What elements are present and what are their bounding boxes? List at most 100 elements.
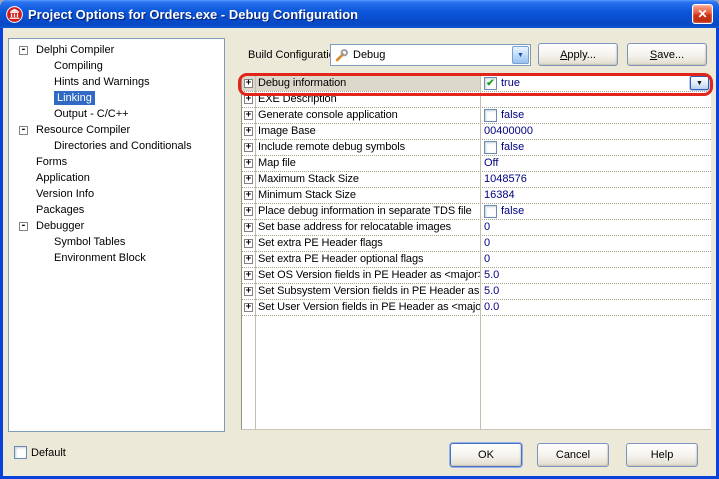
expand-icon[interactable]: + bbox=[244, 111, 253, 120]
save-button[interactable]: Save... bbox=[627, 43, 707, 66]
tree-item-output-c-cpp[interactable]: Output - C/C++ bbox=[9, 106, 224, 122]
tree-item-label: Symbol Tables bbox=[54, 236, 125, 248]
wrench-icon bbox=[334, 48, 349, 63]
tree-item-directories-and-conditionals[interactable]: Directories and Conditionals bbox=[9, 138, 224, 154]
tree-item-label: Directories and Conditionals bbox=[54, 140, 192, 152]
ok-button[interactable]: OK bbox=[450, 443, 522, 467]
value-dropdown-button[interactable]: ▼ bbox=[690, 76, 709, 90]
tree-item-environment-block[interactable]: Environment Block bbox=[9, 250, 224, 266]
help-button[interactable]: Help bbox=[626, 443, 698, 467]
expand-icon[interactable]: + bbox=[244, 207, 253, 216]
apply-button[interactable]: Apply... bbox=[538, 43, 618, 66]
tree-item-label: Linking bbox=[54, 91, 95, 105]
expand-icon[interactable]: + bbox=[244, 239, 253, 248]
grid-column-divider[interactable] bbox=[480, 76, 481, 429]
tree-item-hints-and-warnings[interactable]: Hints and Warnings bbox=[9, 74, 224, 90]
property-value[interactable]: 16384 bbox=[480, 188, 711, 203]
tree-item-label: Forms bbox=[36, 156, 67, 168]
cancel-button[interactable]: Cancel bbox=[537, 443, 609, 467]
property-row-os-version-fields[interactable]: + Set OS Version fields in PE Header as … bbox=[242, 268, 711, 284]
property-row-subsystem-version-fields[interactable]: + Set Subsystem Version fields in PE Hea… bbox=[242, 284, 711, 300]
tree-item-label: Hints and Warnings bbox=[54, 76, 150, 88]
checkbox-unchecked[interactable] bbox=[484, 205, 497, 218]
property-value[interactable]: 1048576 bbox=[480, 172, 711, 187]
collapse-icon[interactable]: - bbox=[19, 46, 28, 55]
tree-item-linking[interactable]: Linking bbox=[9, 90, 224, 106]
expand-icon[interactable]: + bbox=[244, 79, 253, 88]
property-row-extra-pe-header-optional-flags[interactable]: + Set extra PE Header optional flags 0 bbox=[242, 252, 711, 268]
property-name: Include remote debug symbols bbox=[255, 140, 480, 155]
property-value[interactable]: false bbox=[480, 140, 711, 155]
property-name: Image Base bbox=[255, 124, 480, 139]
tree-item-label: Version Info bbox=[36, 188, 94, 200]
property-row-image-base[interactable]: + Image Base 00400000 bbox=[242, 124, 711, 140]
property-value[interactable]: 0 bbox=[480, 236, 711, 251]
expand-icon[interactable]: + bbox=[244, 175, 253, 184]
tree-item-delphi-compiler[interactable]: - Delphi Compiler bbox=[9, 42, 224, 58]
expand-icon[interactable]: + bbox=[244, 287, 253, 296]
tree-item-version-info[interactable]: Version Info bbox=[9, 186, 224, 202]
expand-icon[interactable]: + bbox=[244, 191, 253, 200]
tree-item-forms[interactable]: Forms bbox=[9, 154, 224, 170]
expand-icon[interactable]: + bbox=[244, 303, 253, 312]
expand-icon[interactable]: + bbox=[244, 271, 253, 280]
property-row-map-file[interactable]: + Map file Off bbox=[242, 156, 711, 172]
property-name: Set Subsystem Version fields in PE Heade… bbox=[255, 284, 480, 299]
chevron-down-icon[interactable]: ▼ bbox=[512, 46, 529, 64]
property-value[interactable]: 5.0 bbox=[480, 268, 711, 283]
tree-item-compiling[interactable]: Compiling bbox=[9, 58, 224, 74]
tree-item-packages[interactable]: Packages bbox=[9, 202, 224, 218]
delphi-app-icon bbox=[6, 6, 23, 23]
property-row-minimum-stack-size[interactable]: + Minimum Stack Size 16384 bbox=[242, 188, 711, 204]
expand-icon[interactable]: + bbox=[244, 95, 253, 104]
property-row-exe-description[interactable]: + EXE Description bbox=[242, 92, 711, 108]
property-name: Place debug information in separate TDS … bbox=[255, 204, 480, 219]
tree-item-resource-compiler[interactable]: - Resource Compiler bbox=[9, 122, 224, 138]
property-value[interactable]: Off bbox=[480, 156, 711, 171]
tree-item-debugger[interactable]: - Debugger bbox=[9, 218, 224, 234]
grid-gutter-divider bbox=[255, 76, 256, 429]
build-configuration-combo[interactable]: Debug ▼ bbox=[330, 44, 531, 66]
default-checkbox-label: Default bbox=[31, 447, 66, 459]
expand-icon[interactable]: + bbox=[244, 223, 253, 232]
property-value[interactable]: ✔ true ▼ bbox=[480, 76, 711, 91]
tree-item-label: Debugger bbox=[36, 220, 84, 232]
expand-icon[interactable]: + bbox=[244, 127, 253, 136]
tree-item-label: Delphi Compiler bbox=[36, 44, 114, 56]
property-row-set-base-address[interactable]: + Set base address for relocatable image… bbox=[242, 220, 711, 236]
property-value[interactable]: 0 bbox=[480, 252, 711, 267]
tree-item-label: Resource Compiler bbox=[36, 124, 130, 136]
combo-value: Debug bbox=[353, 49, 385, 61]
expand-icon[interactable]: + bbox=[244, 159, 253, 168]
property-row-maximum-stack-size[interactable]: + Maximum Stack Size 1048576 bbox=[242, 172, 711, 188]
tree-item-symbol-tables[interactable]: Symbol Tables bbox=[9, 234, 224, 250]
property-name: Set extra PE Header flags bbox=[255, 236, 480, 251]
property-row-generate-console-application[interactable]: + Generate console application false bbox=[242, 108, 711, 124]
checkbox-unchecked[interactable] bbox=[484, 141, 497, 154]
property-value[interactable]: 00400000 bbox=[480, 124, 711, 139]
property-value[interactable]: false bbox=[480, 108, 711, 123]
tree-item-label: Application bbox=[36, 172, 90, 184]
property-row-user-version-fields[interactable]: + Set User Version fields in PE Header a… bbox=[242, 300, 711, 316]
expand-icon[interactable]: + bbox=[244, 143, 253, 152]
property-value[interactable] bbox=[480, 92, 711, 107]
property-row-place-debug-info-tds[interactable]: + Place debug information in separate TD… bbox=[242, 204, 711, 220]
close-icon[interactable]: ✕ bbox=[692, 4, 713, 24]
property-row-debug-information[interactable]: + Debug information ✔ true ▼ bbox=[242, 76, 711, 92]
checkbox-checked[interactable]: ✔ bbox=[484, 77, 497, 90]
property-value[interactable]: 5.0 bbox=[480, 284, 711, 299]
collapse-icon[interactable]: - bbox=[19, 222, 28, 231]
property-name: Maximum Stack Size bbox=[255, 172, 480, 187]
property-value[interactable]: 0.0 bbox=[480, 300, 711, 315]
tree-item-application[interactable]: Application bbox=[9, 170, 224, 186]
titlebar: Project Options for Orders.exe - Debug C… bbox=[0, 0, 719, 28]
checkbox-unchecked[interactable] bbox=[484, 109, 497, 122]
expand-icon[interactable]: + bbox=[244, 255, 253, 264]
default-checkbox[interactable] bbox=[14, 446, 27, 459]
collapse-icon[interactable]: - bbox=[19, 126, 28, 135]
property-row-extra-pe-header-flags[interactable]: + Set extra PE Header flags 0 bbox=[242, 236, 711, 252]
property-row-include-remote-debug-symbols[interactable]: + Include remote debug symbols false bbox=[242, 140, 711, 156]
options-tree: - Delphi Compiler Compiling Hints and Wa… bbox=[8, 38, 225, 432]
property-value[interactable]: false bbox=[480, 204, 711, 219]
property-value[interactable]: 0 bbox=[480, 220, 711, 235]
